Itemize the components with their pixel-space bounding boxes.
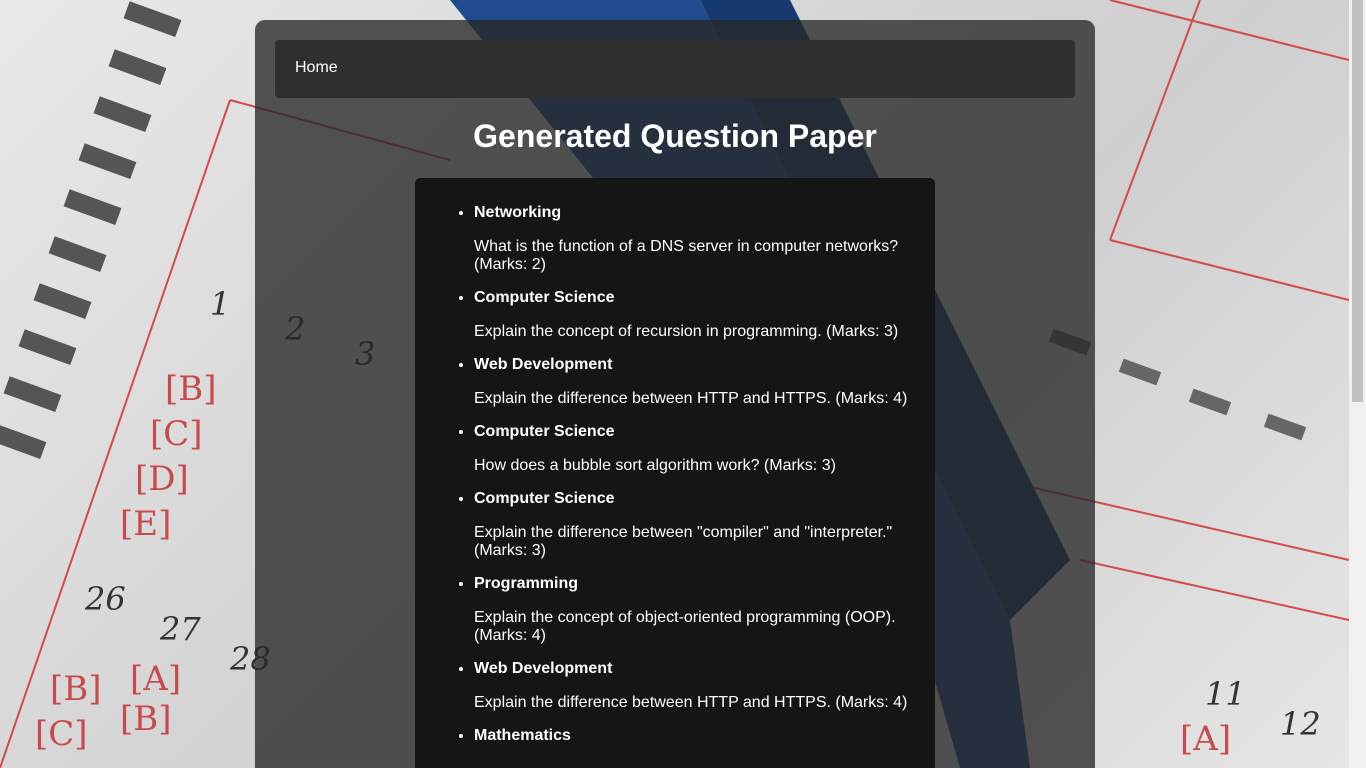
svg-text:26: 26 <box>84 580 126 618</box>
svg-text:[D]: [D] <box>135 459 189 499</box>
nav-home-link[interactable]: Home <box>295 59 338 77</box>
question-item: Computer Science How does a bubble sort … <box>474 423 914 475</box>
scrollbar-thumb[interactable] <box>1352 0 1363 402</box>
question-list: Networking What is the function of a DNS… <box>415 178 914 745</box>
question-text: Explain the concept of recursion in prog… <box>474 323 899 340</box>
question-text: Explain the difference between "compiler… <box>474 524 893 559</box>
navbar: Home <box>275 40 1075 98</box>
question-text: Explain the difference between HTTP and … <box>474 390 908 407</box>
svg-text:[A]: [A] <box>1180 719 1231 759</box>
svg-text:[B]: [B] <box>50 669 102 709</box>
question-item: Web Development Explain the difference b… <box>474 660 914 712</box>
svg-text:[C]: [C] <box>35 714 88 754</box>
main-panel: Home Generated Question Paper Networking… <box>255 20 1095 768</box>
svg-text:[E]: [E] <box>120 504 171 544</box>
question-subject: Mathematics <box>474 727 571 744</box>
svg-text:[B]: [B] <box>165 369 217 409</box>
question-subject: Programming <box>474 575 579 592</box>
question-subject: Computer Science <box>474 289 615 306</box>
svg-text:27: 27 <box>159 610 201 648</box>
svg-text:[A]: [A] <box>130 659 181 699</box>
question-subject: Networking <box>474 204 562 221</box>
question-text: Explain the concept of object-oriented p… <box>474 609 896 644</box>
scrollbar[interactable] <box>1349 0 1366 768</box>
question-text: What is the function of a DNS server in … <box>474 238 899 273</box>
svg-text:11: 11 <box>1205 675 1246 713</box>
question-item: Programming Explain the concept of objec… <box>474 575 914 645</box>
svg-text:12: 12 <box>1280 705 1321 743</box>
question-item: Computer Science Explain the difference … <box>474 490 914 560</box>
question-subject: Computer Science <box>474 490 615 507</box>
question-subject: Computer Science <box>474 423 615 440</box>
svg-text:[C]: [C] <box>150 414 203 454</box>
question-subject: Web Development <box>474 660 613 677</box>
question-item: Networking What is the function of a DNS… <box>474 204 914 274</box>
svg-text:[B]: [B] <box>120 699 172 739</box>
question-item: Web Development Explain the difference b… <box>474 356 914 408</box>
question-item: Computer Science Explain the concept of … <box>474 289 914 341</box>
svg-text:1: 1 <box>210 285 230 323</box>
page-title: Generated Question Paper <box>473 118 877 154</box>
question-text: Explain the difference between HTTP and … <box>474 694 908 711</box>
question-subject: Web Development <box>474 356 613 373</box>
question-list-container: Networking What is the function of a DNS… <box>415 178 935 768</box>
question-text: How does a bubble sort algorithm work? (… <box>474 457 836 474</box>
question-item: Mathematics <box>474 727 914 745</box>
